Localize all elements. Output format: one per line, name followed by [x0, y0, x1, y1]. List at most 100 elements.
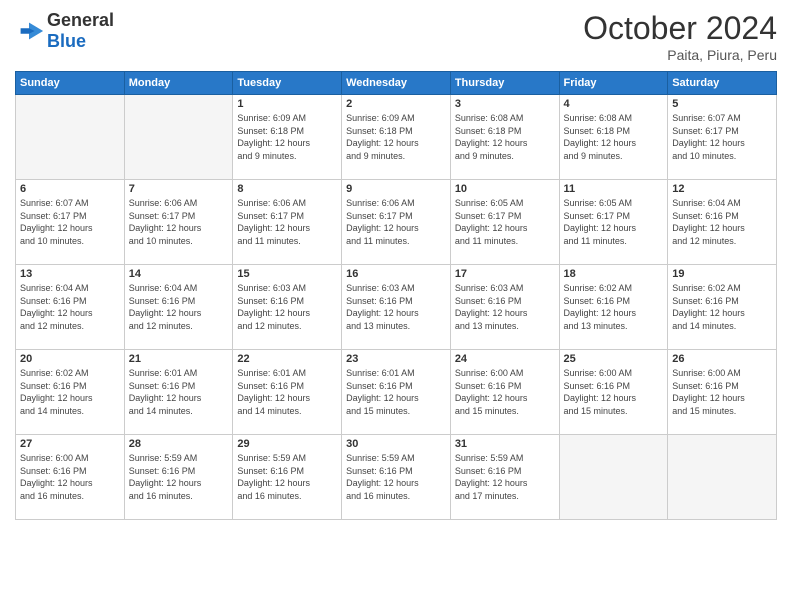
day-number: 14	[129, 268, 229, 280]
day-number: 4	[564, 98, 664, 110]
page: General Blue October 2024 Paita, Piura, …	[0, 0, 792, 612]
day-number: 24	[455, 353, 555, 365]
day-info: Sunrise: 6:03 AM Sunset: 6:16 PM Dayligh…	[237, 282, 337, 332]
calendar-day-cell: 11 Sunrise: 6:05 AM Sunset: 6:17 PM Dayli…	[559, 180, 668, 265]
day-number: 1	[237, 98, 337, 110]
calendar-day-cell	[16, 95, 125, 180]
day-number: 13	[20, 268, 120, 280]
day-number: 10	[455, 183, 555, 195]
calendar-day-cell: 19Sunrise: 6:02 AM Sunset: 6:16 PM Dayli…	[668, 265, 777, 350]
calendar-day-cell: 14 Sunrise: 6:04 AM Sunset: 6:16 PM Dayli…	[124, 265, 233, 350]
day-number: 20	[20, 353, 120, 365]
calendar-day-cell: 4 Sunrise: 6:08 AM Sunset: 6:18 PM Daylig…	[559, 95, 668, 180]
day-info: Sunrise: 5:59 AM Sunset: 6:16 PM Dayligh…	[237, 452, 337, 502]
day-info: Sunrise: 5:59 AM Sunset: 6:16 PM Dayligh…	[129, 452, 229, 502]
calendar-day-cell: 2Sunrise: 6:09 AM Sunset: 6:18 PM Daylig…	[342, 95, 451, 180]
day-number: 6	[20, 183, 120, 195]
calendar-day-cell: 28 Sunrise: 5:59 AM Sunset: 6:16 PM Dayli…	[124, 435, 233, 520]
calendar-day-cell: 18 Sunrise: 6:02 AM Sunset: 6:16 PM Dayli…	[559, 265, 668, 350]
logo-general-text: General	[47, 10, 114, 30]
day-number: 3	[455, 98, 555, 110]
calendar-day-cell: 1 Sunrise: 6:09 AM Sunset: 6:18 PM Daylig…	[233, 95, 342, 180]
day-info: Sunrise: 6:08 AM Sunset: 6:18 PM Dayligh…	[455, 112, 555, 162]
calendar-week-row: 27 Sunrise: 6:00 AM Sunset: 6:16 PM Dayli…	[16, 435, 777, 520]
day-info: Sunrise: 6:07 AM Sunset: 6:17 PM Dayligh…	[672, 112, 772, 162]
weekday-header-cell: Tuesday	[233, 72, 342, 95]
day-number: 27	[20, 438, 120, 450]
calendar-day-cell: 5 Sunrise: 6:07 AM Sunset: 6:17 PM Daylig…	[668, 95, 777, 180]
calendar-day-cell: 12 Sunrise: 6:04 AM Sunset: 6:16 PM Dayli…	[668, 180, 777, 265]
calendar-day-cell: 7Sunrise: 6:06 AM Sunset: 6:17 PM Daylig…	[124, 180, 233, 265]
calendar-day-cell	[124, 95, 233, 180]
calendar-day-cell: 13 Sunrise: 6:04 AM Sunset: 6:16 PM Dayli…	[16, 265, 125, 350]
calendar: SundayMondayTuesdayWednesdayThursdayFrid…	[15, 71, 777, 520]
day-number: 21	[129, 353, 229, 365]
day-number: 17	[455, 268, 555, 280]
day-info: Sunrise: 6:00 AM Sunset: 6:16 PM Dayligh…	[20, 452, 120, 502]
calendar-week-row: 1 Sunrise: 6:09 AM Sunset: 6:18 PM Daylig…	[16, 95, 777, 180]
calendar-day-cell: 30Sunrise: 5:59 AM Sunset: 6:16 PM Dayli…	[342, 435, 451, 520]
day-info: Sunrise: 6:01 AM Sunset: 6:16 PM Dayligh…	[346, 367, 446, 417]
weekday-header-cell: Saturday	[668, 72, 777, 95]
day-info: Sunrise: 6:02 AM Sunset: 6:16 PM Dayligh…	[20, 367, 120, 417]
weekday-header-cell: Monday	[124, 72, 233, 95]
day-info: Sunrise: 6:02 AM Sunset: 6:16 PM Dayligh…	[564, 282, 664, 332]
day-number: 22	[237, 353, 337, 365]
calendar-day-cell: 6 Sunrise: 6:07 AM Sunset: 6:17 PM Daylig…	[16, 180, 125, 265]
day-number: 8	[237, 183, 337, 195]
header: General Blue October 2024 Paita, Piura, …	[15, 10, 777, 63]
logo-icon	[15, 21, 43, 41]
day-info: Sunrise: 6:03 AM Sunset: 6:16 PM Dayligh…	[346, 282, 446, 332]
calendar-day-cell: 24Sunrise: 6:00 AM Sunset: 6:16 PM Dayli…	[450, 350, 559, 435]
day-info: Sunrise: 6:08 AM Sunset: 6:18 PM Dayligh…	[564, 112, 664, 162]
day-number: 28	[129, 438, 229, 450]
calendar-day-cell: 20 Sunrise: 6:02 AM Sunset: 6:16 PM Dayli…	[16, 350, 125, 435]
calendar-day-cell: 8 Sunrise: 6:06 AM Sunset: 6:17 PM Daylig…	[233, 180, 342, 265]
day-number: 7	[129, 183, 229, 195]
day-info: Sunrise: 6:07 AM Sunset: 6:17 PM Dayligh…	[20, 197, 120, 247]
day-number: 5	[672, 98, 772, 110]
calendar-header-row: SundayMondayTuesdayWednesdayThursdayFrid…	[16, 72, 777, 95]
calendar-day-cell: 15 Sunrise: 6:03 AM Sunset: 6:16 PM Dayli…	[233, 265, 342, 350]
day-info: Sunrise: 6:06 AM Sunset: 6:17 PM Dayligh…	[346, 197, 446, 247]
day-number: 2	[346, 98, 446, 110]
calendar-day-cell: 3 Sunrise: 6:08 AM Sunset: 6:18 PM Daylig…	[450, 95, 559, 180]
day-number: 16	[346, 268, 446, 280]
day-info: Sunrise: 6:04 AM Sunset: 6:16 PM Dayligh…	[672, 197, 772, 247]
weekday-header-cell: Friday	[559, 72, 668, 95]
day-number: 12	[672, 183, 772, 195]
day-info: Sunrise: 6:03 AM Sunset: 6:16 PM Dayligh…	[455, 282, 555, 332]
calendar-day-cell: 21Sunrise: 6:01 AM Sunset: 6:16 PM Dayli…	[124, 350, 233, 435]
title-block: October 2024 Paita, Piura, Peru	[583, 10, 777, 63]
day-info: Sunrise: 6:09 AM Sunset: 6:18 PM Dayligh…	[237, 112, 337, 162]
calendar-day-cell: 22Sunrise: 6:01 AM Sunset: 6:16 PM Dayli…	[233, 350, 342, 435]
day-number: 23	[346, 353, 446, 365]
day-info: Sunrise: 6:04 AM Sunset: 6:16 PM Dayligh…	[20, 282, 120, 332]
day-info: Sunrise: 6:00 AM Sunset: 6:16 PM Dayligh…	[564, 367, 664, 417]
logo-blue-text: Blue	[47, 31, 86, 51]
day-number: 31	[455, 438, 555, 450]
calendar-day-cell: 9 Sunrise: 6:06 AM Sunset: 6:17 PM Daylig…	[342, 180, 451, 265]
calendar-day-cell: 17 Sunrise: 6:03 AM Sunset: 6:16 PM Dayli…	[450, 265, 559, 350]
calendar-day-cell: 16 Sunrise: 6:03 AM Sunset: 6:16 PM Dayli…	[342, 265, 451, 350]
day-info: Sunrise: 5:59 AM Sunset: 6:16 PM Dayligh…	[346, 452, 446, 502]
day-number: 15	[237, 268, 337, 280]
calendar-day-cell: 29Sunrise: 5:59 AM Sunset: 6:16 PM Dayli…	[233, 435, 342, 520]
logo: General Blue	[15, 10, 114, 52]
calendar-day-cell: 26 Sunrise: 6:00 AM Sunset: 6:16 PM Dayli…	[668, 350, 777, 435]
calendar-day-cell	[668, 435, 777, 520]
calendar-week-row: 20 Sunrise: 6:02 AM Sunset: 6:16 PM Dayli…	[16, 350, 777, 435]
day-number: 26	[672, 353, 772, 365]
calendar-day-cell: 27 Sunrise: 6:00 AM Sunset: 6:16 PM Dayli…	[16, 435, 125, 520]
calendar-week-row: 6 Sunrise: 6:07 AM Sunset: 6:17 PM Daylig…	[16, 180, 777, 265]
calendar-day-cell: 25Sunrise: 6:00 AM Sunset: 6:16 PM Dayli…	[559, 350, 668, 435]
day-info: Sunrise: 6:00 AM Sunset: 6:16 PM Dayligh…	[672, 367, 772, 417]
day-number: 11	[564, 183, 664, 195]
day-number: 19	[672, 268, 772, 280]
day-number: 9	[346, 183, 446, 195]
day-info: Sunrise: 6:04 AM Sunset: 6:16 PM Dayligh…	[129, 282, 229, 332]
weekday-header-cell: Sunday	[16, 72, 125, 95]
day-number: 18	[564, 268, 664, 280]
day-info: Sunrise: 6:06 AM Sunset: 6:17 PM Dayligh…	[237, 197, 337, 247]
day-info: Sunrise: 6:05 AM Sunset: 6:17 PM Dayligh…	[564, 197, 664, 247]
